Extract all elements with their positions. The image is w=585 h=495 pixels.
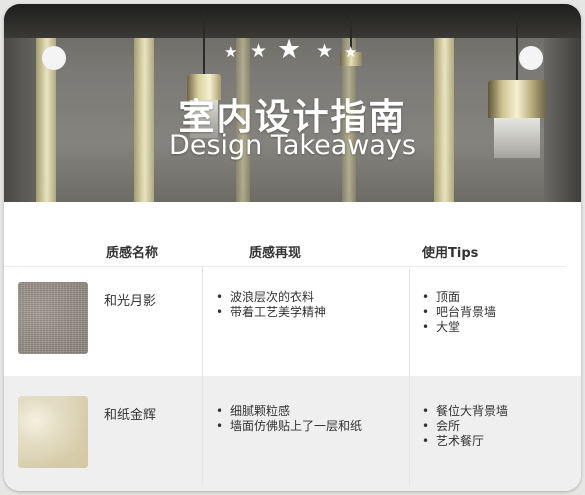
tip-item: 大堂 (422, 320, 496, 335)
effect-item: 细腻颗粒感 (216, 404, 362, 419)
tips-list: 餐位大背景墙 会所 艺术餐厅 (422, 404, 508, 449)
effect-list: 波浪层次的衣料 带着工艺美学精神 (216, 290, 326, 320)
star-icon: ★ (277, 34, 302, 65)
rating-stars: ★ ★ ★ ★ ★ (224, 34, 364, 65)
column-header-tips: 使用Tips (422, 246, 479, 261)
tip-item: 艺术餐厅 (422, 434, 508, 449)
hero-subtitle: Design Takeaways (169, 130, 416, 161)
design-guide-card: ★ ★ ★ ★ ★ 室内设计指南 Design Takeaways 质感名称 质… (4, 4, 581, 491)
effect-item: 带着工艺美学精神 (216, 305, 326, 320)
effect-item: 墙面仿佛贴上了一层和纸 (216, 419, 362, 434)
column-header-effect: 质感再现 (249, 246, 302, 261)
effect-item: 波浪层次的衣料 (216, 290, 326, 305)
hero-ceiling (4, 4, 581, 38)
tip-item: 餐位大背景墙 (422, 404, 508, 419)
binder-ring-right (519, 46, 543, 70)
star-icon: ★ (250, 40, 268, 62)
tip-item: 吧台背景墙 (422, 305, 496, 320)
star-icon: ★ (316, 40, 334, 62)
tips-list: 顶面 吧台背景墙 大堂 (422, 290, 496, 335)
tip-item: 会所 (422, 419, 508, 434)
material-name: 和纸金辉 (104, 408, 157, 423)
star-icon: ★ (344, 43, 358, 61)
material-name: 和光月影 (104, 294, 157, 309)
hero-banner: ★ ★ ★ ★ ★ 室内设计指南 Design Takeaways (4, 4, 581, 202)
material-swatch-linen (18, 282, 88, 354)
pendant-cord (203, 14, 205, 80)
tip-item: 顶面 (422, 290, 496, 305)
star-icon: ★ (224, 43, 238, 61)
effect-list: 细腻颗粒感 墙面仿佛贴上了一层和纸 (216, 404, 362, 434)
pendant-cord (516, 14, 518, 84)
column-divider (202, 267, 203, 485)
material-swatch-gold (18, 396, 88, 468)
column-divider (409, 267, 410, 485)
binder-ring-left (42, 46, 66, 70)
column-header-name: 质感名称 (106, 246, 159, 261)
